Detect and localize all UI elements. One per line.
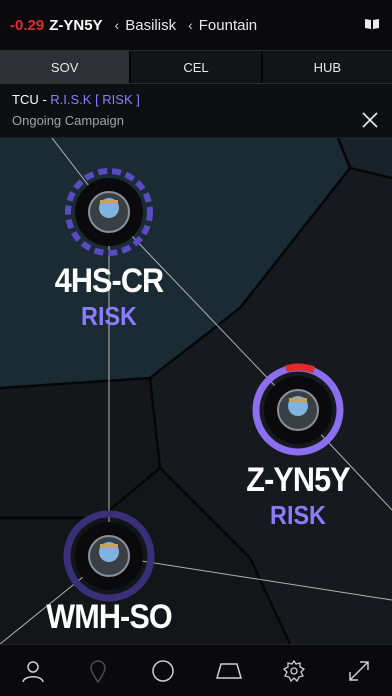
chevron-left-icon: ‹ (114, 17, 120, 33)
tab-label: SOV (50, 59, 79, 75)
screen: -0.29 Z-YN5Y ‹ Basilisk ‹ Fountain SOV C… (0, 0, 392, 696)
breadcrumb-region[interactable]: ‹ Fountain (188, 17, 257, 34)
alliance-ticker: RISK (270, 500, 326, 530)
campaign-owner[interactable]: R.I.S.K [ RISK ] (50, 92, 140, 107)
top-bar: -0.29 Z-YN5Y ‹ Basilisk ‹ Fountain (0, 0, 392, 50)
tab-label: HUB (313, 59, 342, 75)
tab-cel[interactable]: CEL (131, 51, 263, 83)
bottom-toolbar (0, 644, 392, 696)
region-name: Fountain (198, 16, 258, 34)
tab-label: CEL (183, 59, 209, 75)
security-status: -0.29 (10, 16, 45, 34)
chevron-left-icon: ‹ (188, 17, 193, 33)
structure-type: TCU - (12, 92, 51, 107)
campaign-info-panel: TCU - R.I.S.K [ RISK ] Ongoing Campaign (0, 84, 392, 138)
node-label-4hs-cr: 4HS-CR RISK (29, 262, 189, 332)
person-icon[interactable] (19, 657, 47, 685)
map-pin-icon[interactable] (84, 657, 112, 685)
node-label-z-yn5y: Z-YN5Y RISK (218, 461, 378, 531)
map-canvas (0, 137, 392, 645)
system-name: Z-YN5Y (246, 461, 350, 499)
node-label-wmh-so: WMH-SO (29, 598, 189, 637)
tab-sov[interactable]: SOV (0, 51, 132, 83)
close-icon[interactable] (362, 112, 378, 128)
tab-bar: SOV CEL HUB (0, 50, 392, 84)
trapezoid-icon[interactable] (215, 657, 243, 685)
current-system[interactable]: Z-YN5Y (49, 17, 102, 34)
circle-icon[interactable] (149, 657, 177, 685)
gear-icon[interactable] (280, 657, 308, 685)
system-node-z-yn5y[interactable] (252, 363, 344, 456)
breadcrumb-constellation[interactable]: ‹ Basilisk (115, 17, 177, 34)
constellation-name: Basilisk (125, 16, 177, 34)
campaign-status: Ongoing Campaign (12, 113, 125, 128)
sovereignty-map[interactable]: 4HS-CR RISK Z-YN5Y RISK WMH-SO (0, 137, 392, 645)
alliance-ticker: RISK (81, 301, 137, 331)
tab-hub[interactable]: HUB (263, 51, 392, 83)
book-icon[interactable] (364, 18, 380, 30)
system-node-wmh-so[interactable] (63, 510, 155, 602)
system-name: WMH-SO (46, 598, 172, 636)
campaign-title: TCU - R.I.S.K [ RISK ] (12, 92, 380, 107)
expand-icon[interactable] (345, 657, 373, 685)
system-name: 4HS-CR (54, 262, 164, 300)
